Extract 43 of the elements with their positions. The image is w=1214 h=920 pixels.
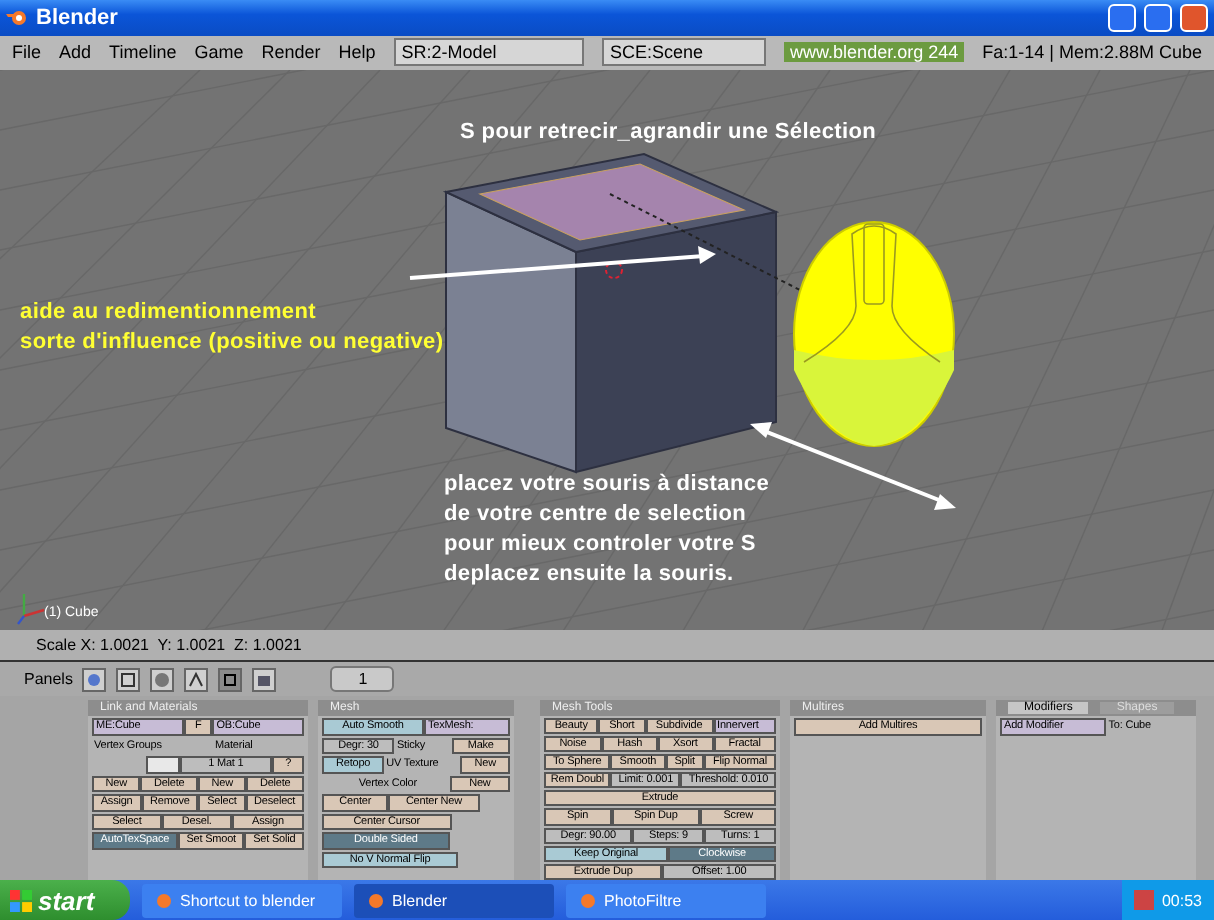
axis-icon	[17, 593, 45, 625]
menu-item[interactable]: Game	[194, 42, 244, 63]
screen-selector[interactable]: SR:2-Model	[393, 38, 584, 67]
taskbar-button[interactable]: Blender	[354, 883, 554, 918]
menu-item[interactable]: File	[12, 42, 42, 63]
app-icon	[154, 891, 172, 910]
tray-icon	[1133, 890, 1154, 911]
panels-label: Panels	[24, 670, 73, 689]
square-icon	[220, 669, 241, 690]
annotation-text: S pour retrecir_agrandir une Sélection	[460, 117, 877, 148]
minimize-button[interactable]	[1108, 3, 1136, 32]
scene-stats: Fa:1-14 | Mem:2.88M Cube	[982, 42, 1202, 63]
annotation-text: aide au redimentionnement sorte d'influence (positive ou negative)	[20, 297, 444, 358]
window-title: Blender	[36, 5, 120, 30]
app-icon	[366, 891, 384, 910]
taskbar-button[interactable]: Shortcut to blender	[142, 883, 342, 918]
blender-logo-icon	[6, 8, 28, 27]
angle-icon	[186, 669, 207, 690]
menu-item[interactable]: Timeline	[109, 42, 177, 63]
frame-field[interactable]: 1	[330, 666, 395, 693]
annotation-text: placez votre souris à distance de votre centre de selection pour mieux controler votre S deplacez ensuite la souris.	[444, 469, 770, 590]
context-tab[interactable]	[184, 667, 209, 692]
status-text: Scale X: 1.0021 Y: 1.0021 Z: 1.0021	[0, 630, 1214, 661]
circle-icon	[84, 669, 105, 690]
context-tab[interactable]	[116, 667, 141, 692]
clock: 00:53	[1161, 891, 1202, 910]
menu-item[interactable]: Render	[261, 42, 321, 63]
context-tab[interactable]	[218, 667, 243, 692]
scene-selector[interactable]: SCE:Scene	[601, 38, 767, 67]
taskbar-button[interactable]: PhotoFiltre	[566, 883, 766, 918]
context-tab[interactable]	[252, 667, 277, 692]
maximize-button[interactable]	[1144, 3, 1172, 32]
close-button[interactable]	[1180, 3, 1208, 32]
menu-item[interactable]: Add	[59, 42, 92, 63]
context-tab[interactable]	[150, 667, 175, 692]
material-swatch[interactable]	[146, 756, 180, 774]
3d-viewport[interactable]	[0, 69, 1214, 631]
windows-flag-icon	[10, 889, 32, 912]
app-icon	[578, 891, 596, 910]
square-icon	[118, 669, 139, 690]
menu-item[interactable]: Help	[338, 42, 376, 63]
sphere-icon	[152, 669, 173, 690]
context-tab[interactable]	[82, 667, 107, 692]
